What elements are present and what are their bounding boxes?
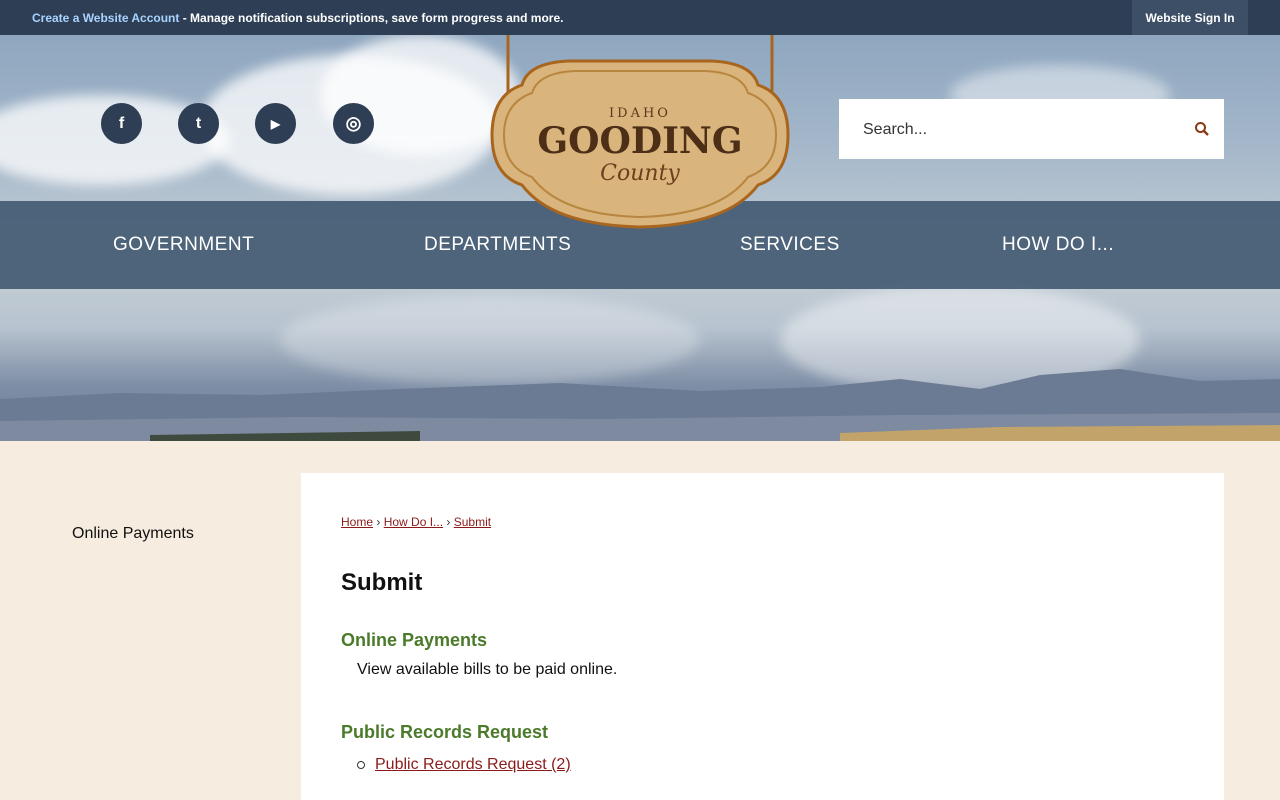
main-content: Home › How Do I... › Submit Submit Onlin… [301, 473, 1224, 800]
twitter-icon[interactable]: t [178, 103, 219, 144]
facebook-icon[interactable]: f [101, 103, 142, 144]
mountains-illustration [0, 369, 1280, 441]
breadcrumb-submit[interactable]: Submit [454, 515, 491, 529]
logo-name-text: GOODING [537, 120, 742, 162]
bullet-icon [357, 760, 365, 769]
youtube-icon[interactable]: ▶ [255, 103, 296, 144]
logo-sub-text: County [600, 161, 680, 186]
nav-government[interactable]: GOVERNMENT [113, 201, 254, 289]
search-box [839, 99, 1224, 159]
public-records-request-link[interactable]: Public Records Request (2) [375, 756, 571, 773]
account-message-text: - Manage notification subscriptions, sav… [179, 11, 564, 25]
breadcrumb-home[interactable]: Home [341, 515, 373, 529]
breadcrumb-separator: › [446, 515, 451, 529]
breadcrumb-how-do-i[interactable]: How Do I... [384, 515, 443, 529]
section-description: View available bills to be paid online. [357, 661, 618, 678]
gooding-county-logo[interactable]: IDAHO GOODING County [488, 35, 792, 235]
section-title-online-payments[interactable]: Online Payments [341, 630, 487, 651]
page-title: Submit [341, 569, 423, 596]
instagram-icon[interactable]: ◎ [333, 103, 374, 144]
create-account-link[interactable]: Create a Website Account [32, 11, 179, 25]
section-title-public-records[interactable]: Public Records Request [341, 722, 548, 743]
logo-state-text: IDAHO [609, 106, 671, 121]
list-item: Public Records Request (2) [357, 756, 571, 774]
account-message: Create a Website Account - Manage notifi… [32, 11, 563, 25]
breadcrumb: Home › How Do I... › Submit [341, 515, 491, 529]
search-icon[interactable] [1194, 121, 1210, 137]
header-banner: f t ▶ ◎ GOVERNMENT DEPARTMENTS SERVICES … [0, 35, 1280, 441]
website-sign-in-button[interactable]: Website Sign In [1132, 0, 1248, 35]
top-bar: Create a Website Account - Manage notifi… [0, 0, 1280, 35]
nav-how-do-i[interactable]: HOW DO I... [1002, 201, 1114, 289]
search-input[interactable] [861, 115, 1175, 145]
breadcrumb-separator: › [376, 515, 381, 529]
sidebar-item-online-payments[interactable]: Online Payments [72, 525, 194, 543]
